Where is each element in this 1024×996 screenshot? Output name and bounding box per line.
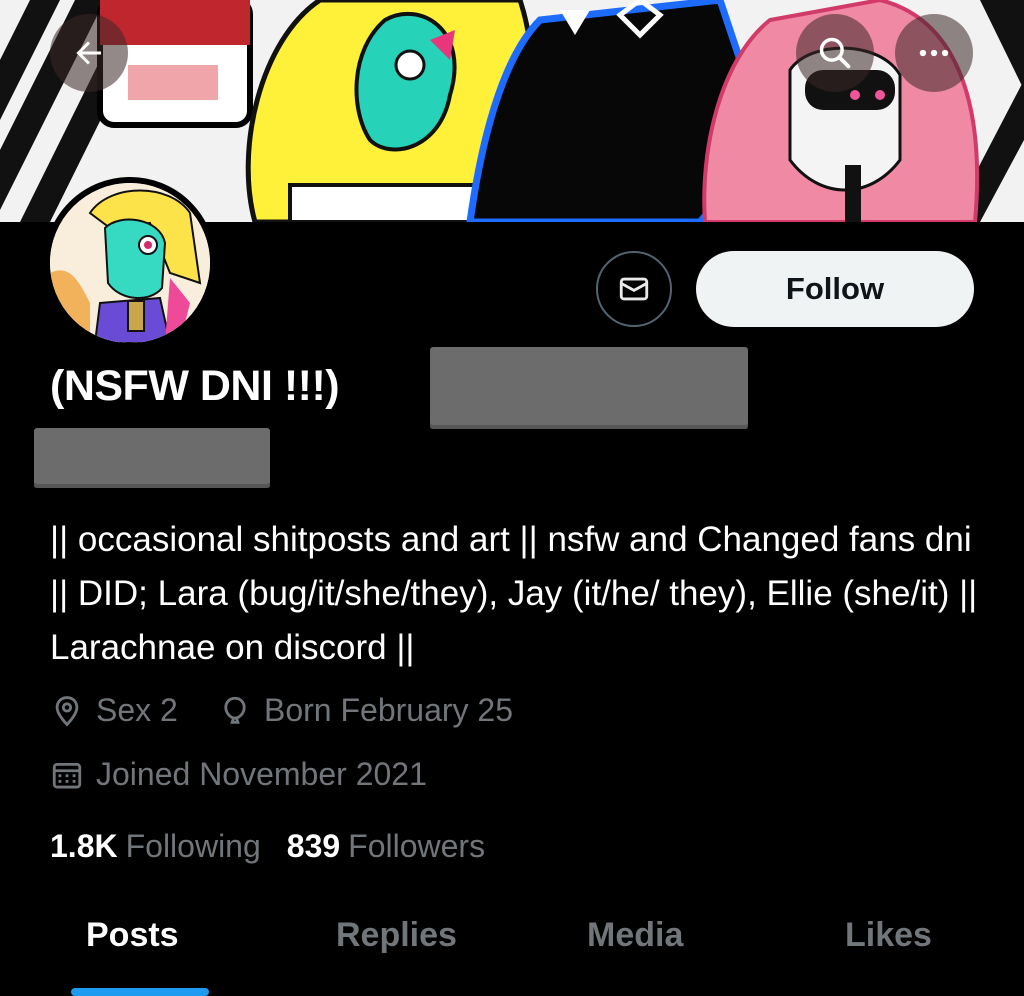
calendar-icon <box>52 762 82 788</box>
followers-link[interactable]: 839 Followers <box>287 828 485 865</box>
birthday-text: Born February 25 <box>264 692 514 728</box>
follow-stats: 1.8K Following 839 Followers <box>50 828 511 865</box>
balloon-icon <box>224 696 246 724</box>
arrow-left-icon <box>76 41 101 65</box>
more-horizontal-icon <box>919 49 949 57</box>
tab-media[interactable]: Media <box>587 916 683 955</box>
display-name: (NSFW DNI !!!) <box>50 362 340 410</box>
envelope-icon <box>619 277 649 301</box>
followers-label: Followers <box>348 828 486 864</box>
following-count: 1.8K <box>50 828 118 864</box>
birthday-info: Born February 25 <box>218 692 513 729</box>
following-link[interactable]: 1.8K Following <box>50 828 261 865</box>
followers-count: 839 <box>286 828 341 864</box>
search-icon <box>819 37 851 69</box>
back-button[interactable] <box>50 14 128 92</box>
follow-button[interactable]: Follow <box>696 251 974 327</box>
tab-posts[interactable]: Posts <box>86 916 179 955</box>
location-info: Sex 2 <box>50 692 178 729</box>
redacted-handle-block <box>34 428 270 488</box>
search-button[interactable] <box>796 14 874 92</box>
more-button[interactable] <box>895 14 973 92</box>
tab-likes[interactable]: Likes <box>845 916 932 955</box>
redacted-name-block <box>430 347 748 429</box>
following-label: Following <box>125 828 261 864</box>
tab-replies[interactable]: Replies <box>336 916 457 955</box>
profile-bio: || occasional shitposts and art || nsfw … <box>50 520 978 667</box>
active-tab-indicator <box>71 988 209 996</box>
location-text: Sex 2 <box>96 692 178 728</box>
message-button[interactable] <box>596 251 672 327</box>
joined-info: Joined November 2021 <box>50 756 427 793</box>
joined-text: Joined November 2021 <box>96 756 427 792</box>
avatar[interactable] <box>42 177 222 349</box>
avatar-image <box>50 183 210 343</box>
location-pin-icon <box>55 695 79 726</box>
